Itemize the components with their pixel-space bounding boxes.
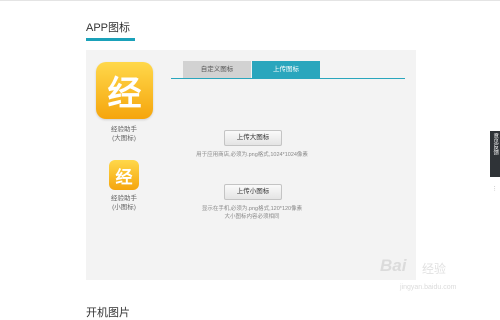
upload-small-icon-button[interactable]: 上传小图标 (224, 184, 282, 200)
big-icon-hint: 用于应用商店,必须为.png格式,1024*1024像素 (196, 152, 308, 158)
tab-underline (171, 78, 405, 79)
watermark-url: jingyan.baidu.com (400, 284, 457, 291)
small-icon-name: 经验助手 (111, 195, 137, 202)
small-icon-hint-line1: 显示在手机,必须为.png格式,120*120像素 (201, 206, 303, 212)
feedback-widget[interactable]: 意见反馈 (490, 131, 500, 177)
tab-upload-icon[interactable]: 上传图标 (252, 61, 320, 78)
small-icon-hint-line2: 大小图标内容必须相同 (224, 214, 280, 220)
app-big-icon-glyph: 经 (107, 75, 142, 113)
side-handle-icon[interactable]: ⋮ (492, 186, 498, 192)
small-icon-note: (小图标) (112, 204, 136, 211)
big-icon-name: 经验助手 (111, 126, 137, 133)
section-title: APP图标 (86, 22, 131, 34)
watermark-logo: Bai (380, 256, 407, 275)
feedback-widget-label: 意见反馈 (492, 133, 499, 155)
tab-custom-icon[interactable]: 自定义图标 (183, 61, 251, 78)
app-icon-panel: 自定义图标 上传图标 经 经验助手 (大图标) 经 经验助手 (小图标) 上传大… (86, 50, 416, 280)
section-title-underline (86, 38, 135, 41)
big-icon-note: (大图标) (112, 135, 136, 142)
app-small-icon-glyph: 经 (115, 167, 133, 187)
upload-big-icon-button[interactable]: 上传大图标 (224, 130, 282, 146)
baidu-watermark: Bai 经验 jingyan.baidu.com (366, 256, 496, 306)
next-section-title: 开机图片 (86, 307, 130, 319)
app-big-icon: 经 (96, 62, 153, 119)
app-small-icon: 经 (109, 160, 139, 190)
watermark-suffix: 经验 (422, 262, 447, 276)
top-divider (0, 0, 500, 1)
